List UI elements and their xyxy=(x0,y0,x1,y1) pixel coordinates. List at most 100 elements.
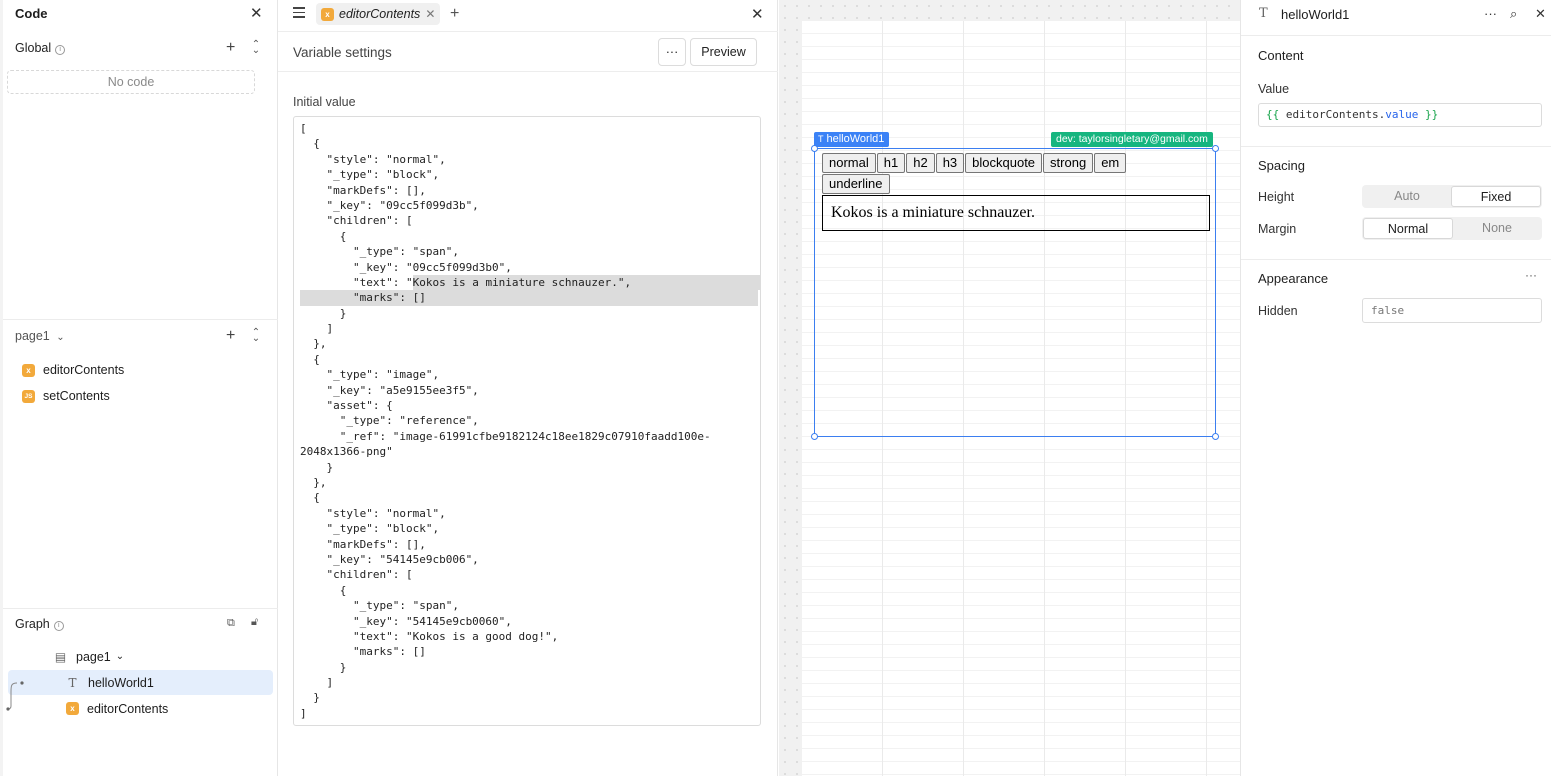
code-line: ] xyxy=(300,706,307,720)
hidden-input[interactable]: false xyxy=(1362,298,1542,323)
margin-option-normal[interactable]: Normal xyxy=(1363,218,1453,239)
code-line: "_type": "span", xyxy=(300,599,459,613)
list-item-label: editorContents xyxy=(43,363,125,377)
graph-row-label: page1 xyxy=(76,649,111,664)
page-section-header[interactable]: page1 ⌄ xyxy=(15,329,65,343)
text-component-icon: T xyxy=(1259,6,1268,21)
panel-edge xyxy=(0,0,3,776)
height-toggle: Auto Fixed xyxy=(1362,185,1542,208)
expand-collapse-icon[interactable]: ⌃ ⌄ xyxy=(251,328,261,344)
more-options-button[interactable]: ··· xyxy=(658,38,686,66)
close-icon[interactable]: ✕ xyxy=(1535,6,1546,22)
component-name[interactable]: helloWorld1 xyxy=(1281,7,1349,22)
value-input[interactable]: {{ editorContents.value }} xyxy=(1258,103,1542,127)
resize-handle[interactable] xyxy=(1212,433,1219,440)
code-line: "_type": "reference", xyxy=(300,414,479,428)
divider xyxy=(3,319,278,320)
close-icon[interactable]: ✕ xyxy=(250,6,263,21)
toolbar-button-h3[interactable]: h3 xyxy=(935,153,965,173)
code-line: } xyxy=(300,460,334,474)
settings-header: Variable settings ··· Preview xyxy=(278,31,778,72)
code-line: "_key": "54145e9cb006", xyxy=(300,552,479,566)
tab-editorContents[interactable]: x editorContents ✕ xyxy=(316,3,441,25)
resize-handle[interactable] xyxy=(811,145,818,152)
code-line: "marks": [] xyxy=(300,290,758,306)
toolbar-button-underline[interactable]: underline xyxy=(822,174,890,194)
preview-button[interactable]: Preview xyxy=(690,38,757,66)
resize-handle[interactable] xyxy=(811,433,818,440)
copy-icon[interactable]: ⧉ xyxy=(227,618,235,629)
tab-label: editorContents xyxy=(339,7,421,21)
inspector-header: T helloWorld1 ··· ⌕ ✕ xyxy=(1241,0,1551,28)
graph-row-page1[interactable]: ▤ page1 ⌄ xyxy=(8,644,273,669)
component-tag[interactable]: T helloWorld1 xyxy=(814,132,890,147)
info-icon[interactable]: i xyxy=(53,621,64,631)
code-line: ] xyxy=(300,676,334,690)
list-item-setContents[interactable]: JS setContents xyxy=(22,387,110,405)
code-line: { xyxy=(300,137,320,151)
code-line: "_type": "image", xyxy=(300,368,440,382)
info-icon[interactable]: i xyxy=(55,45,66,55)
close-tab-icon[interactable]: ✕ xyxy=(425,7,435,21)
divider xyxy=(3,608,278,609)
add-global-icon[interactable]: + xyxy=(226,40,235,56)
initial-value-editor[interactable]: [ { "style": "normal", "_type": "block",… xyxy=(293,116,761,726)
code-line: "style": "normal", xyxy=(300,152,446,166)
tab-bar: x editorContents ✕ + ✕ xyxy=(278,0,778,28)
code-line: "text": "Kokos is a good dog!", xyxy=(300,629,559,643)
toolbar-button-h2[interactable]: h2 xyxy=(906,153,935,173)
divider xyxy=(1241,259,1551,260)
code-line: { xyxy=(300,491,320,505)
more-icon[interactable]: ··· xyxy=(1484,6,1497,21)
code-line: "_key": "09cc5f099d3b", xyxy=(300,198,479,212)
graph-row-label: helloWorld1 xyxy=(88,675,154,690)
code-line: { xyxy=(300,583,347,597)
toolbar-button-blockquote[interactable]: blockquote xyxy=(965,153,1043,173)
page-label: page1 xyxy=(15,329,50,343)
variable-icon: x xyxy=(66,702,79,715)
graph-label: Graph xyxy=(15,617,50,631)
chevron-down-icon: ⌄ xyxy=(115,651,125,662)
inspector-panel: T helloWorld1 ··· ⌕ ✕ Content Value {{ e… xyxy=(1240,0,1551,776)
code-line: "_ref": "image-61991cfbe9182124c18ee1829… xyxy=(300,429,711,443)
height-label: Height xyxy=(1258,190,1295,204)
code-line: "children": [ xyxy=(300,568,413,582)
margin-option-none[interactable]: None xyxy=(1453,218,1541,239)
graph-row-helloWorld1[interactable]: T helloWorld1 xyxy=(8,670,273,695)
js-query-icon: JS xyxy=(22,389,35,403)
expand-collapse-icon[interactable]: ⌃ ⌄ xyxy=(251,40,261,56)
code-line: { xyxy=(300,352,320,366)
resize-handle[interactable] xyxy=(1212,145,1219,152)
toolbar-button-strong[interactable]: strong xyxy=(1043,153,1094,173)
divider xyxy=(1241,35,1551,36)
margin-label: Margin xyxy=(1258,222,1297,236)
more-icon[interactable]: ··· xyxy=(1525,268,1537,282)
code-line: "marks": [] xyxy=(300,645,426,659)
graph-connector-icon xyxy=(6,681,24,711)
variable-icon: x xyxy=(22,363,35,377)
search-icon[interactable]: ⌕ xyxy=(1510,6,1517,22)
graph-row-editorContents[interactable]: x editorContents xyxy=(8,696,273,721)
canvas[interactable]: T helloWorld1 dev: taylorsingletary@gmai… xyxy=(779,0,1240,776)
toolbar-button-em[interactable]: em xyxy=(1094,153,1127,173)
code-line: } xyxy=(300,306,347,320)
code-panel: Code ✕ Global i + ⌃ ⌄ No code page1 ⌄ + ⌃ ⌄… xyxy=(0,0,278,776)
code-line: "asset": { xyxy=(300,399,393,413)
code-line: "markDefs": [], xyxy=(300,183,426,197)
menu-icon[interactable] xyxy=(293,7,305,21)
rich-text-content[interactable]: Kokos is a miniature schnauzer. xyxy=(822,195,1210,231)
add-tab-icon[interactable]: + xyxy=(450,5,459,23)
code-line: "_type": "block", xyxy=(300,522,440,536)
toolbar-button-h1[interactable]: h1 xyxy=(876,153,906,173)
appearance-section-title: Appearance xyxy=(1258,271,1329,286)
list-item-editorContents[interactable]: x editorContents xyxy=(22,361,124,379)
height-option-fixed[interactable]: Fixed xyxy=(1451,186,1541,207)
close-icon[interactable]: ✕ xyxy=(751,5,764,23)
initial-value-label: Initial value xyxy=(293,95,356,109)
toolbar-button-normal[interactable]: normal xyxy=(822,153,876,173)
dev-badge: dev: taylorsingletary@gmail.com xyxy=(1051,132,1213,147)
height-option-auto[interactable]: Auto xyxy=(1363,186,1451,207)
code-line: "_key": "09cc5f099d3b0", xyxy=(300,260,512,274)
add-page-item-icon[interactable]: + xyxy=(226,328,235,344)
lock-icon[interactable]: 🔓︎ xyxy=(251,617,258,628)
